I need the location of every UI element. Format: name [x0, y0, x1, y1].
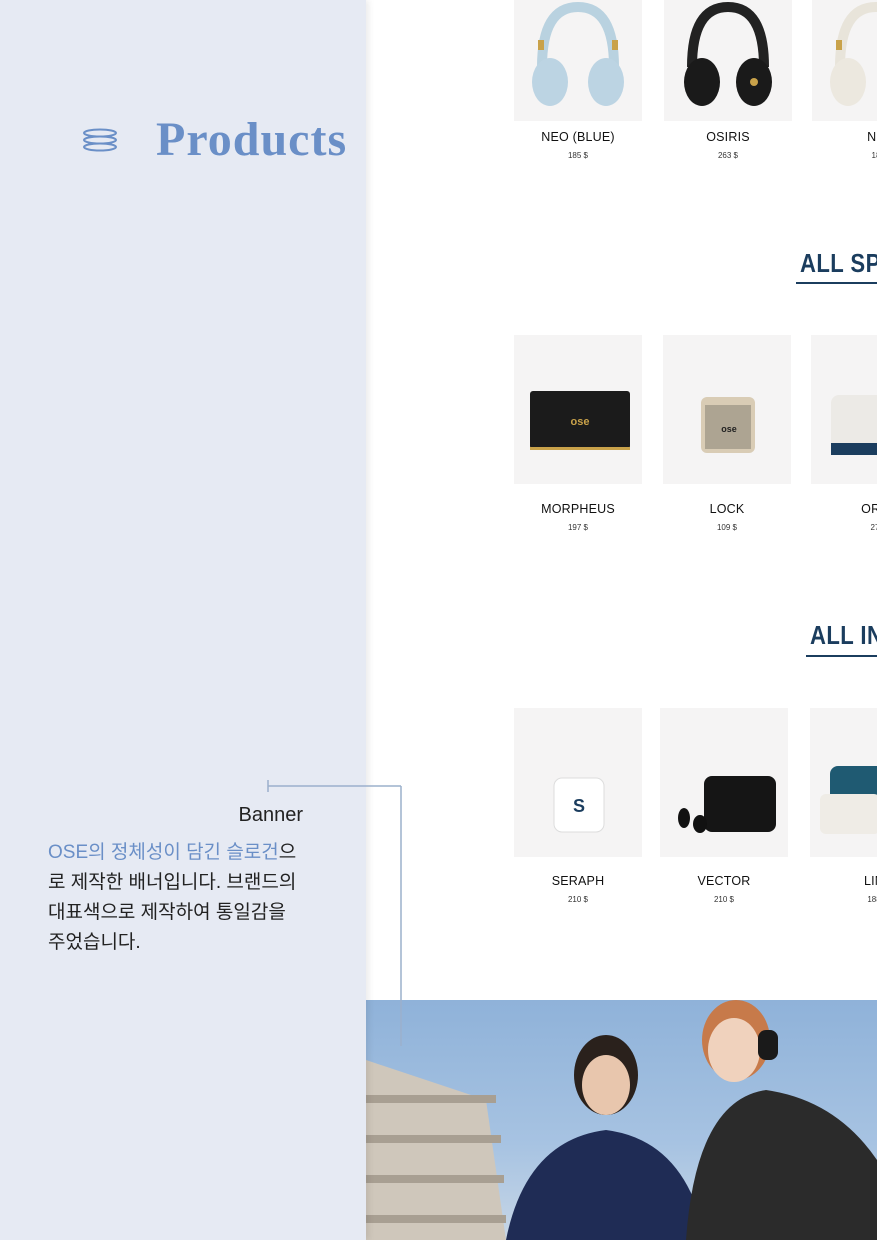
product-name: MORPHEUS	[541, 502, 615, 516]
product-name: SERAPH	[551, 874, 605, 888]
product-image: ose	[514, 335, 642, 484]
banner-image	[366, 1000, 877, 1240]
product-name: OSIRIS	[706, 130, 750, 144]
product-price: 210 $	[713, 895, 735, 904]
product-card[interactable]: VECTOR 210 $	[660, 708, 788, 904]
product-price: 263 $	[717, 151, 739, 160]
earbuds-image	[820, 766, 877, 834]
product-price: 18	[871, 151, 877, 160]
product-name: NE	[867, 130, 877, 144]
product-image	[660, 708, 788, 857]
product-card[interactable]: LIN 188	[810, 708, 877, 904]
product-listing: NEO (BLUE) 185 $ OSIRIS 263 $ NE 18 ALL …	[366, 0, 877, 1240]
product-name: VECTOR	[697, 874, 751, 888]
product-price: 185 $	[567, 151, 589, 160]
product-price: 109 $	[716, 523, 738, 532]
banner-description-highlight: OSE의 정체성이 담긴 슬로건	[48, 842, 279, 863]
headphones-image	[532, 1, 624, 106]
section-heading-in-ear: ALL IN	[810, 620, 877, 650]
product-name: NEO (BLUE)	[541, 130, 615, 144]
banner-label: Banner	[238, 804, 304, 826]
svg-text:ose: ose	[571, 416, 590, 428]
product-price: 188	[867, 895, 877, 904]
product-price: 210 $	[567, 895, 589, 904]
product-price: 197 $	[567, 523, 589, 532]
earbuds-image	[678, 776, 776, 833]
banner-photo-illustration	[366, 1000, 877, 1240]
headphones-image	[830, 1, 877, 106]
product-card[interactable]: NEO (BLUE) 185 $	[514, 0, 642, 160]
product-price: 27	[870, 523, 877, 532]
product-name: ORA	[861, 502, 877, 516]
product-image: S	[514, 708, 642, 857]
annotation-panel: Products Banner OSE의 정체성이 담긴 슬로건으로 제작한 배…	[0, 0, 366, 1240]
product-image	[812, 0, 877, 121]
product-card[interactable]: S SERAPH 210 $	[514, 708, 642, 904]
product-name: LOCK	[709, 502, 745, 516]
product-name: LIN	[863, 874, 877, 888]
product-image	[811, 335, 877, 484]
svg-text:ose: ose	[721, 424, 737, 434]
section-underline	[796, 282, 877, 284]
speaker-image: ose	[530, 391, 630, 450]
svg-text:S: S	[573, 796, 585, 816]
speaker-image	[831, 395, 877, 455]
stack-icon	[83, 128, 117, 152]
section-heading-speakers: ALL SPI	[800, 248, 877, 278]
product-image	[810, 708, 877, 857]
headphones-image	[684, 1, 772, 106]
product-image	[514, 0, 642, 121]
product-image: ose	[663, 335, 791, 484]
product-image	[664, 0, 792, 121]
product-card[interactable]: ORA 27	[811, 335, 877, 532]
banner-description: OSE의 정체성이 담긴 슬로건으로 제작한 배너입니다. 브랜드의 대표색으로…	[48, 838, 308, 958]
product-card[interactable]: ose LOCK 109 $	[663, 335, 791, 532]
speaker-image: ose	[701, 397, 755, 453]
product-card[interactable]: OSIRIS 263 $	[664, 0, 792, 160]
page-title: Products	[156, 113, 348, 166]
product-card[interactable]: NE 18	[812, 0, 877, 160]
earbuds-image: S	[553, 777, 605, 833]
product-card[interactable]: ose MORPHEUS 197 $	[514, 335, 642, 532]
section-underline	[806, 655, 877, 657]
